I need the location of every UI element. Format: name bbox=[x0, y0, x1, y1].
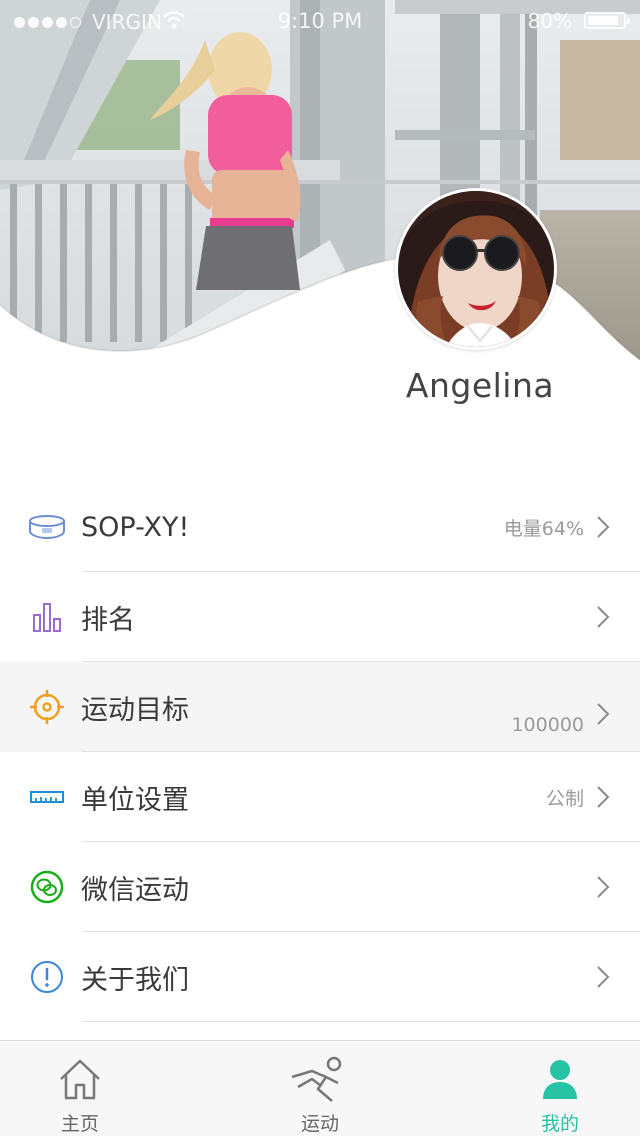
tab-sport[interactable]: 运动 bbox=[240, 1041, 400, 1136]
wechat-icon bbox=[28, 868, 66, 906]
menu-label-units: 单位设置 bbox=[81, 784, 189, 816]
battery-percent: 80% bbox=[527, 9, 572, 33]
bottom-tab-bar: 主页 运动 我的 bbox=[0, 1040, 640, 1136]
menu-item-ranking[interactable]: 排名 bbox=[0, 572, 640, 662]
battery-level-value: 电量64% bbox=[503, 517, 584, 540]
unit-system-value: 公制 bbox=[545, 787, 584, 810]
tab-label-sport: 运动 bbox=[300, 1113, 339, 1135]
target-icon bbox=[28, 688, 66, 726]
tab-home[interactable]: 主页 bbox=[0, 1041, 160, 1136]
profile-header: VIRGIN 9:10 PM 80% Angelina bbox=[0, 0, 640, 420]
chevron-right-icon bbox=[597, 966, 610, 988]
chevron-right-icon bbox=[597, 876, 610, 898]
tab-label-mine: 我的 bbox=[540, 1113, 579, 1135]
menu-item-about[interactable]: 关于我们 bbox=[0, 932, 640, 1022]
running-cover-photo bbox=[0, 0, 640, 361]
menu-item-device[interactable]: SOP-XY! 电量64% bbox=[0, 482, 640, 572]
tab-mine[interactable]: 我的 bbox=[480, 1041, 640, 1136]
bar-chart-icon bbox=[28, 598, 66, 636]
menu-label-device: SOP-XY! bbox=[81, 511, 190, 543]
profile-username: Angelina bbox=[405, 366, 555, 405]
chevron-right-icon bbox=[597, 606, 610, 628]
menu-item-goal[interactable]: 运动目标 100000 bbox=[0, 662, 640, 752]
chevron-right-icon bbox=[597, 703, 610, 725]
menu-label-goal: 运动目标 bbox=[81, 694, 189, 726]
menu-label-about: 关于我们 bbox=[81, 964, 189, 996]
avatar[interactable] bbox=[395, 188, 557, 350]
status-bar: VIRGIN 9:10 PM 80% bbox=[0, 0, 640, 40]
user-icon bbox=[543, 1060, 577, 1099]
tab-label-home: 主页 bbox=[60, 1113, 99, 1135]
menu-label-wechat-sport: 微信运动 bbox=[81, 874, 189, 906]
avatar-photo bbox=[398, 191, 554, 347]
menu-label-ranking: 排名 bbox=[81, 604, 135, 636]
goal-steps-value: 100000 bbox=[511, 714, 584, 736]
menu-item-units[interactable]: 单位设置 公制 bbox=[0, 752, 640, 842]
wristband-icon bbox=[28, 508, 66, 546]
chevron-right-icon bbox=[597, 786, 610, 808]
menu-item-wechat-sport[interactable]: 微信运动 bbox=[0, 842, 640, 932]
info-icon bbox=[28, 958, 66, 996]
home-icon bbox=[60, 1059, 100, 1100]
running-icon bbox=[291, 1056, 342, 1102]
battery-icon bbox=[584, 12, 630, 29]
ruler-icon bbox=[28, 778, 66, 816]
settings-menu: SOP-XY! 电量64% 排名 运动目标 100000 单位设置 公制 微信运… bbox=[0, 482, 640, 1022]
chevron-right-icon bbox=[597, 516, 610, 538]
